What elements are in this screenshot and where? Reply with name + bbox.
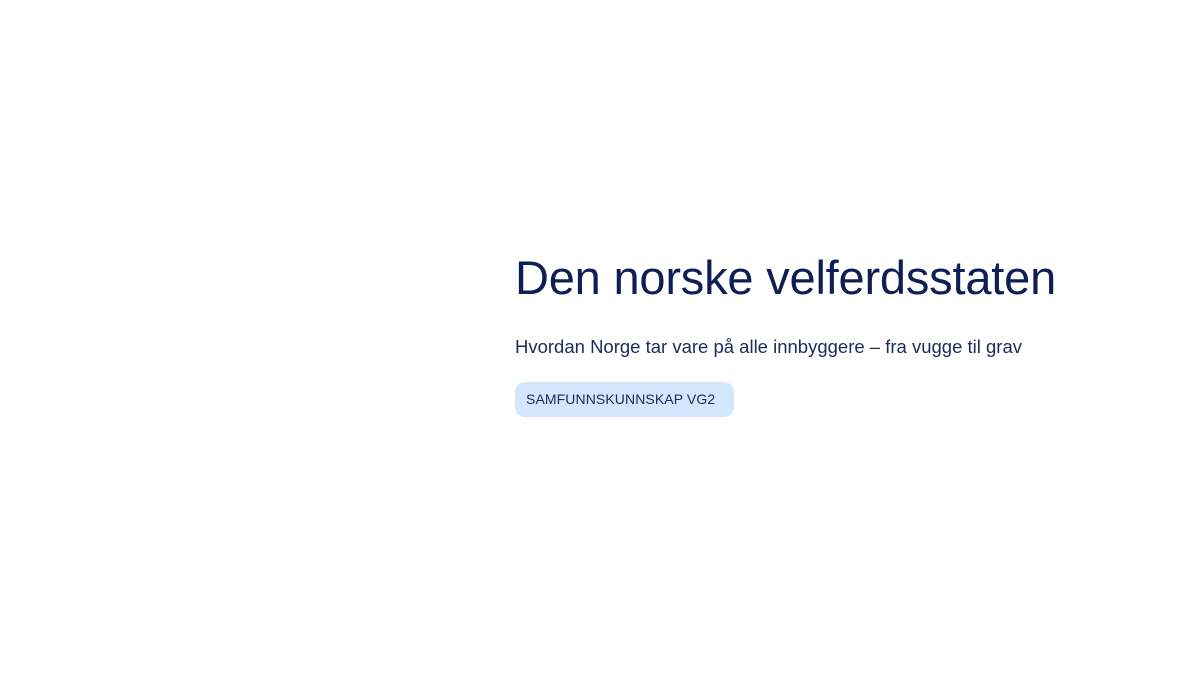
title-block: Den norske velferdsstaten Hvordan Norge … [515,248,1175,417]
slide-title: Den norske velferdsstaten [515,251,1057,304]
slide-subtitle: Hvordan Norge tar vare på alle innbygger… [515,336,1022,357]
title-slide: Den norske velferdsstaten Hvordan Norge … [0,0,1200,675]
subject-tag: SAMFUNNSKUNNSKAP VG2 [515,382,735,417]
